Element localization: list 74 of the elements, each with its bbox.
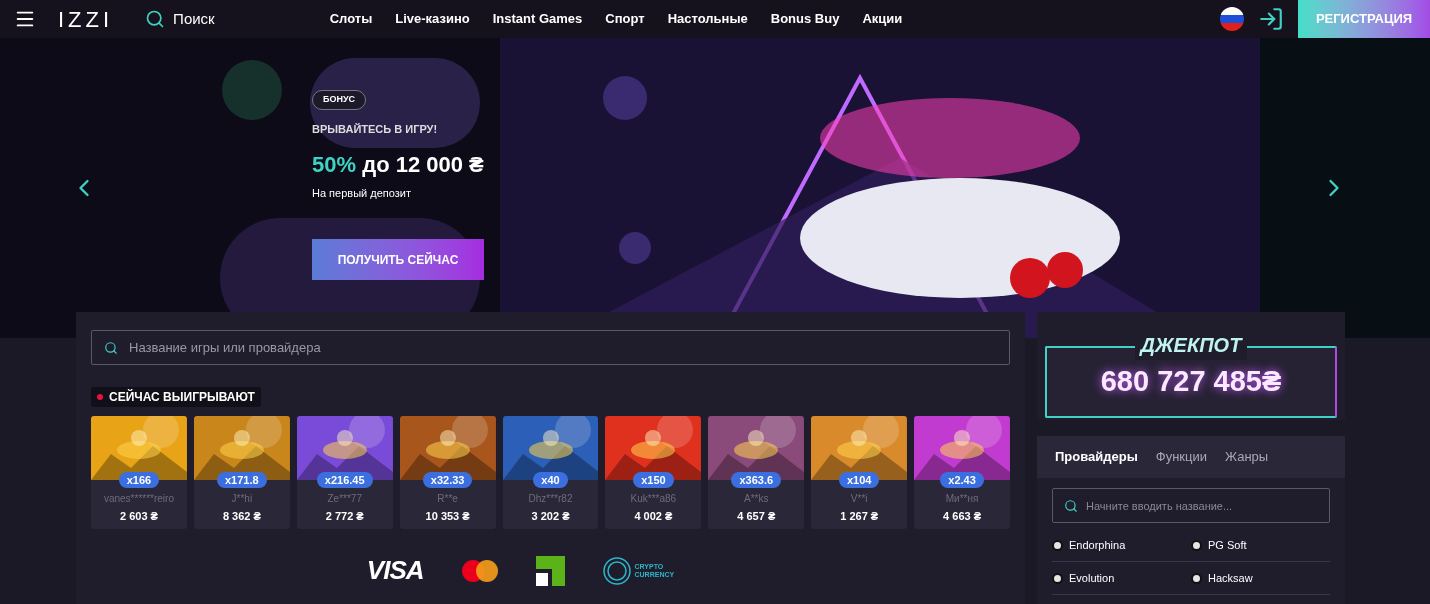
provider-logo-icon	[1052, 539, 1063, 551]
search-button[interactable]: Поиск	[145, 7, 215, 31]
provider-item[interactable]: Endorphina	[1052, 529, 1191, 562]
game-card[interactable]: x150 Kuk***a86 4 002 ₴	[605, 416, 702, 529]
game-card[interactable]: x216.45 Ze***77 2 772 ₴	[296, 416, 393, 529]
win-amount: 8 362 ₴	[222, 509, 261, 524]
multiplier-badge: x40	[533, 472, 568, 488]
game-card[interactable]: x2.43 Ми**ня 4 663 ₴	[914, 416, 1010, 529]
player-name: vanes******reiro	[103, 492, 174, 506]
player-name: J**hi	[231, 492, 253, 506]
nav-link[interactable]: Спорт	[605, 9, 645, 29]
nav-link[interactable]: Настольные	[667, 9, 748, 29]
multiplier-badge: x2.43	[940, 472, 984, 488]
multiplier-badge: x104	[838, 472, 880, 488]
nav-link[interactable]: Слоты	[329, 9, 373, 29]
banner-headline: 50% до 12 000 ₴	[312, 150, 484, 179]
win-amount: 2 603 ₴	[120, 509, 158, 524]
provider-item[interactable]: PG Soft	[1191, 529, 1330, 562]
provider-logo-icon	[1191, 539, 1202, 551]
provider-tab[interactable]: Провайдеры	[1055, 447, 1138, 467]
provider-item[interactable]: Evolution	[1052, 562, 1191, 595]
game-card[interactable]: x363.6 A**ks 4 657 ₴	[708, 416, 805, 529]
game-card[interactable]: x40 Dhz***r82 3 202 ₴	[502, 416, 599, 529]
search-icon	[1064, 499, 1078, 513]
player-name: Ми**ня	[945, 492, 979, 506]
win-amount: 2 772 ₴	[325, 509, 364, 524]
game-card[interactable]: x171.8 J**hi 8 362 ₴	[193, 416, 290, 529]
provider-tab[interactable]: Функции	[1155, 447, 1208, 467]
game-card[interactable]: x32.33 R**e 10 353 ₴	[399, 416, 496, 529]
player-name: A**ks	[744, 492, 769, 506]
provider-logo-icon	[1052, 572, 1063, 584]
multiplier-badge: x32.33	[422, 472, 473, 488]
nav-link[interactable]: Акции	[862, 9, 903, 29]
player-name: Kuk***a86	[630, 492, 677, 506]
nav-link[interactable]: Instant Games	[492, 9, 583, 29]
win-amount: 4 657 ₴	[737, 509, 776, 524]
provider-logo-icon	[1191, 572, 1202, 584]
search-icon	[145, 9, 166, 29]
search-icon	[104, 341, 118, 355]
mastercard-logo	[461, 559, 498, 582]
multiplier-badge: x150	[633, 472, 674, 488]
game-search-field[interactable]: Название игры или провайдера	[91, 330, 1010, 365]
visa-logo: VISA	[366, 554, 424, 587]
win-amount: 1 267 ₴	[840, 509, 879, 524]
player-name: Ze***77	[327, 492, 362, 506]
game-card[interactable]: x104 V**i 1 267 ₴	[811, 416, 908, 529]
multiplier-badge: x363.6	[731, 472, 782, 488]
logo[interactable]: IZZI	[58, 2, 114, 36]
nav-link[interactable]: Live-казино	[395, 9, 470, 29]
provider-tab[interactable]: Жанры	[1225, 447, 1269, 467]
win-amount: 3 202 ₴	[531, 509, 570, 524]
cta-button[interactable]: ПОЛУЧИТЬ СЕЙЧАС	[312, 239, 484, 280]
nav-link[interactable]: Bonus Buy	[770, 9, 840, 29]
bank-logo	[535, 555, 565, 586]
jackpot-amount: 680 727 485₴	[1100, 364, 1282, 400]
bonus-tag: БОНУС	[312, 90, 367, 110]
player-name: V**i	[850, 492, 868, 506]
crypto-coin-icon	[602, 556, 631, 585]
win-amount: 4 663 ₴	[943, 509, 982, 524]
player-name: R**e	[437, 492, 458, 506]
flag-icon[interactable]	[1220, 7, 1244, 31]
login-icon[interactable]	[1258, 6, 1284, 32]
banner-subtitle: На первый депозит	[312, 185, 411, 201]
win-amount: 4 002 ₴	[634, 509, 673, 524]
banner-kicker: ВРЫВАЙТЕСЬ В ИГРУ!	[312, 122, 438, 137]
provider-item[interactable]: Hacksaw	[1191, 562, 1330, 595]
multiplier-badge: x216.45	[316, 472, 373, 488]
multiplier-badge: x171.8	[217, 472, 267, 488]
multiplier-badge: x166	[118, 472, 160, 488]
provider-search-field[interactable]: Начните вводить название...	[1052, 488, 1330, 523]
player-name: Dhz***r82	[528, 492, 573, 506]
game-card[interactable]: x166 vanes******reiro 2 603 ₴	[91, 416, 187, 529]
section-title: СЕЙЧАС ВЫИГРЫВАЮТ	[91, 387, 261, 407]
win-amount: 10 353 ₴	[425, 509, 470, 524]
